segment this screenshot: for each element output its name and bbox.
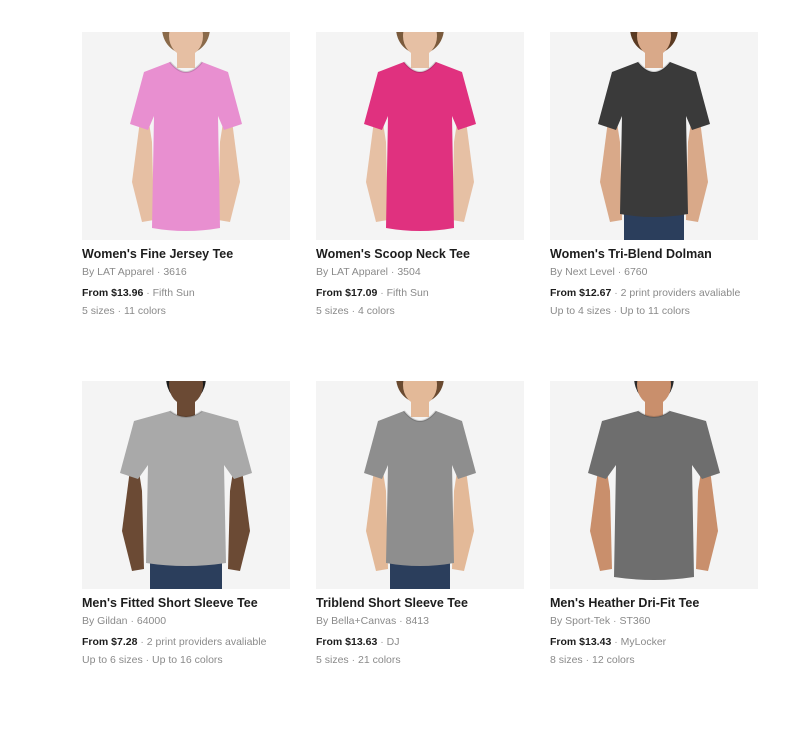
product-price: From $13.63 — [316, 636, 378, 648]
product-model: 3616 — [163, 266, 187, 278]
separator: · — [610, 305, 621, 317]
colors-count: 21 colors — [358, 654, 401, 666]
colors-count: Up to 16 colors — [152, 654, 223, 666]
product-image[interactable] — [316, 381, 524, 589]
separator: · — [611, 636, 621, 648]
price-line: From $13.96 · Fifth Sun — [82, 286, 290, 300]
product-model: 6760 — [624, 266, 648, 278]
product-brand-line: By Sport-Tek · ST360 — [550, 614, 758, 628]
separator: · — [396, 615, 406, 627]
product-image[interactable] — [550, 32, 758, 240]
product-price: From $17.09 — [316, 287, 378, 299]
print-provider: Fifth Sun — [152, 287, 195, 299]
model-illustration — [82, 32, 290, 240]
product-image[interactable] — [82, 381, 290, 589]
separator: · — [388, 266, 398, 278]
product-brand-line: By Bella+Canvas · 8413 — [316, 614, 524, 628]
separator: · — [348, 305, 359, 317]
product-brand: By Gildan — [82, 615, 128, 627]
product-image[interactable] — [82, 32, 290, 240]
sizes-count: 8 sizes — [550, 654, 583, 666]
print-provider: DJ — [386, 636, 400, 648]
variants-line: 8 sizes · 12 colors — [550, 653, 758, 667]
product-brand: By Next Level — [550, 266, 615, 278]
separator: · — [143, 287, 153, 299]
product-title[interactable]: Triblend Short Sleeve Tee — [316, 596, 524, 611]
price-line: From $13.43 · MyLocker — [550, 635, 758, 649]
colors-count: 11 colors — [124, 305, 166, 317]
sizes-count: 5 sizes — [316, 654, 349, 666]
print-provider: 2 print providers avaliable — [620, 287, 741, 299]
model-illustration — [550, 32, 758, 240]
product-title[interactable]: Women's Scoop Neck Tee — [316, 247, 524, 262]
separator: · — [137, 636, 147, 648]
product-model: 3504 — [397, 266, 421, 278]
variants-line: Up to 6 sizes · Up to 16 colors — [82, 653, 290, 667]
price-line: From $13.63 · DJ — [316, 635, 524, 649]
colors-count: Up to 11 colors — [620, 305, 690, 317]
separator: · — [377, 287, 387, 299]
product-image[interactable] — [550, 381, 758, 589]
separator: · — [142, 654, 153, 666]
product-brand: By LAT Apparel — [316, 266, 388, 278]
variants-line: 5 sizes · 4 colors — [316, 304, 524, 318]
product-brand: By Sport-Tek — [550, 615, 611, 627]
product-title[interactable]: Men's Fitted Short Sleeve Tee — [82, 596, 290, 611]
product-brand-line: By Gildan · 64000 — [82, 614, 290, 628]
model-illustration — [550, 381, 758, 589]
separator: · — [582, 654, 593, 666]
separator: · — [614, 266, 625, 278]
product-brand-line: By Next Level · 6760 — [550, 265, 758, 279]
price-line: From $12.67 · 2 print providers avaliabl… — [550, 286, 758, 300]
product-brand: By Bella+Canvas — [316, 615, 397, 627]
product-brand: By LAT Apparel — [82, 266, 154, 278]
product-image[interactable] — [316, 32, 524, 240]
print-provider: MyLocker — [620, 636, 667, 648]
product-brand-line: By LAT Apparel · 3504 — [316, 265, 524, 279]
print-provider: 2 print providers avaliable — [146, 636, 267, 648]
product-model: 8413 — [405, 615, 429, 627]
product-price: From $13.43 — [550, 636, 612, 648]
product-title[interactable]: Men's Heather Dri-Fit Tee — [550, 596, 758, 611]
separator: · — [154, 266, 164, 278]
variants-line: 5 sizes · 21 colors — [316, 653, 524, 667]
separator: · — [114, 305, 125, 317]
product-brand-line: By LAT Apparel · 3616 — [82, 265, 290, 279]
product-title[interactable]: Women's Tri-Blend Dolman — [550, 247, 758, 262]
price-line: From $7.28 · 2 print providers avaliable — [82, 635, 290, 649]
colors-count: 12 colors — [592, 654, 635, 666]
product-card[interactable]: Women's Tri-Blend Dolman By Next Level ·… — [550, 32, 758, 381]
separator: · — [377, 636, 387, 648]
separator: · — [127, 615, 137, 627]
product-price: From $7.28 — [82, 636, 138, 648]
product-card[interactable]: Men's Heather Dri-Fit Tee By Sport-Tek ·… — [550, 381, 758, 730]
product-grid: Women's Fine Jersey Tee By LAT Apparel ·… — [82, 32, 758, 730]
sizes-count: Up to 4 sizes — [550, 305, 611, 317]
sizes-count: 5 sizes — [82, 305, 115, 317]
variants-line: Up to 4 sizes · Up to 11 colors — [550, 304, 758, 318]
model-illustration — [82, 381, 290, 589]
model-illustration — [316, 32, 524, 240]
product-card[interactable]: Women's Scoop Neck Tee By LAT Apparel · … — [316, 32, 524, 381]
product-model: ST360 — [619, 615, 651, 627]
separator: · — [611, 287, 621, 299]
product-card[interactable]: Men's Fitted Short Sleeve Tee By Gildan … — [82, 381, 290, 730]
product-model: 64000 — [136, 615, 167, 627]
sizes-count: Up to 6 sizes — [82, 654, 143, 666]
price-line: From $17.09 · Fifth Sun — [316, 286, 524, 300]
product-price: From $12.67 — [550, 287, 612, 299]
product-card[interactable]: Women's Fine Jersey Tee By LAT Apparel ·… — [82, 32, 290, 381]
separator: · — [348, 654, 359, 666]
product-title[interactable]: Women's Fine Jersey Tee — [82, 247, 290, 262]
colors-count: 4 colors — [358, 305, 395, 317]
variants-line: 5 sizes · 11 colors — [82, 304, 290, 318]
print-provider: Fifth Sun — [386, 287, 429, 299]
product-price: From $13.96 — [82, 287, 144, 299]
product-card[interactable]: Triblend Short Sleeve Tee By Bella+Canva… — [316, 381, 524, 730]
model-illustration — [316, 381, 524, 589]
sizes-count: 5 sizes — [316, 305, 349, 317]
